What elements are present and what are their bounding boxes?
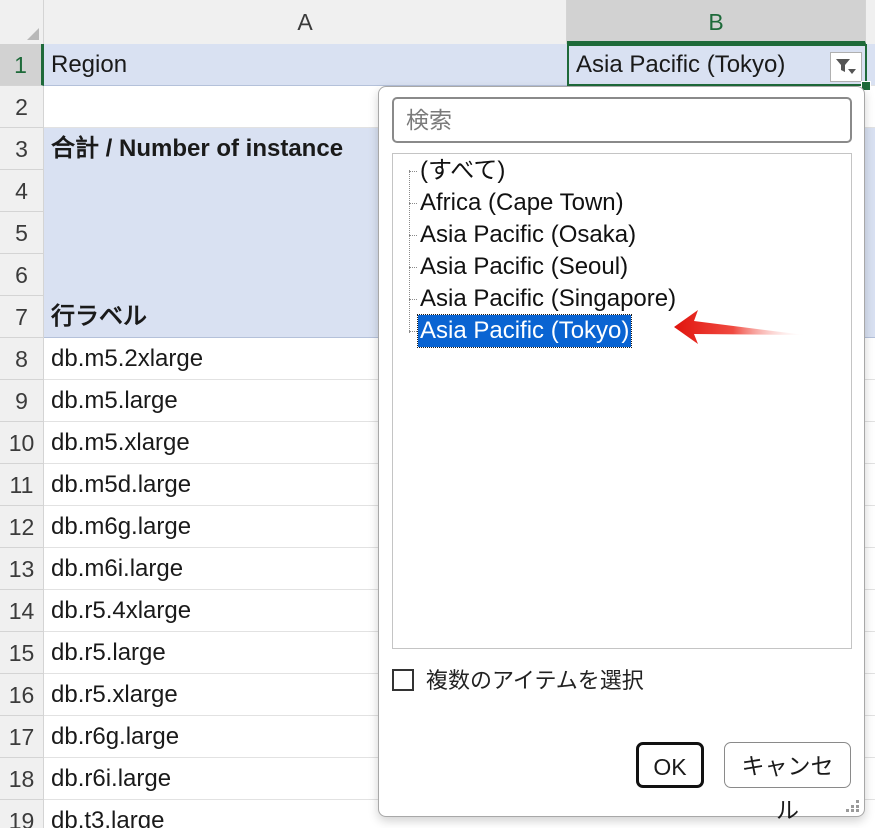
red-arrow-icon (674, 310, 805, 344)
multi-select-label: 複数のアイテムを選択 (426, 668, 644, 693)
column-header-c[interactable] (866, 0, 875, 44)
row-header-15[interactable]: 15 (0, 632, 44, 674)
filter-item-label: Asia Pacific (Singapore) (420, 285, 677, 312)
spreadsheet: A B 1 2 3 4 5 6 7 8 9 10 11 12 13 14 15 16 17 18 19 Region… (0, 0, 875, 828)
row-header-12[interactable]: 12 (0, 506, 44, 548)
filter-item[interactable]: Africa (Cape Town) (409, 187, 626, 219)
tree-branch-line (409, 331, 417, 333)
row-header-8[interactable]: 8 (0, 338, 44, 380)
row-header-9[interactable]: 9 (0, 380, 44, 422)
row-header-4[interactable]: 4 (0, 170, 44, 212)
tree-branch-line (409, 299, 417, 301)
search-input[interactable] (392, 97, 852, 143)
multi-select-checkbox[interactable] (392, 669, 414, 692)
row-header-6[interactable]: 6 (0, 254, 44, 296)
row-header-1[interactable]: 1 (0, 44, 44, 86)
filter-funnel-dropdown-icon (836, 59, 856, 74)
filter-item[interactable]: Asia Pacific (Seoul) (409, 251, 630, 283)
tree-branch-line (409, 171, 417, 173)
filter-item-label: Asia Pacific (Tokyo) (416, 314, 633, 348)
row-header-13[interactable]: 13 (0, 548, 44, 590)
tree-branch-line (409, 267, 417, 269)
filter-dropdown-button[interactable] (830, 52, 862, 82)
row-header-14[interactable]: 14 (0, 590, 44, 632)
filter-item-label: (すべて) (420, 157, 506, 184)
cancel-button[interactable]: キャンセル (724, 742, 851, 823)
select-all-triangle-icon (27, 28, 39, 40)
filter-item[interactable]: (すべて) (409, 155, 507, 187)
tree-branch-line (409, 235, 417, 237)
row-header-2[interactable]: 2 (0, 86, 44, 128)
row-header-11[interactable]: 11 (0, 464, 44, 506)
filter-item-list[interactable]: (すべて) Africa (Cape Town) Asia Pacific (Osa… (392, 153, 852, 649)
filter-dropdown-panel: (すべて) Africa (Cape Town) Asia Pacific (Osa… (378, 86, 865, 823)
ok-button[interactable]: OK (636, 742, 704, 788)
filter-item[interactable]: Asia Pacific (Osaka) (409, 219, 638, 251)
row-header-3[interactable]: 3 (0, 128, 44, 170)
row-header-7[interactable]: 7 (0, 296, 44, 338)
filter-item[interactable]: Asia Pacific (Tokyo) (409, 314, 633, 348)
column-header-row: A B (0, 0, 875, 45)
select-all-corner[interactable] (0, 0, 44, 44)
row-header-16[interactable]: 16 (0, 674, 44, 716)
column-header-b[interactable]: B (567, 0, 866, 44)
row-header-19[interactable]: 19 (0, 800, 44, 828)
row-header-10[interactable]: 10 (0, 422, 44, 464)
resize-grip-icon[interactable] (846, 798, 860, 812)
filter-item-label: Africa (Cape Town) (420, 189, 624, 216)
filter-item-label: Asia Pacific (Osaka) (420, 221, 637, 248)
column-header-a[interactable]: A (44, 0, 567, 44)
cell-b1-region-filter-value[interactable]: Asia Pacific (Tokyo) (567, 44, 867, 86)
filter-item[interactable]: Asia Pacific (Singapore) (409, 283, 678, 315)
multi-select-option[interactable]: 複数のアイテムを選択 (392, 667, 644, 695)
row-header-18[interactable]: 18 (0, 758, 44, 800)
cell-a1-region-label[interactable]: Region (44, 44, 567, 86)
row-header-5[interactable]: 5 (0, 212, 44, 254)
row-header-17[interactable]: 17 (0, 716, 44, 758)
cell-c1[interactable] (867, 44, 875, 86)
filter-item-label: Asia Pacific (Seoul) (420, 253, 629, 280)
tree-branch-line (409, 203, 417, 205)
